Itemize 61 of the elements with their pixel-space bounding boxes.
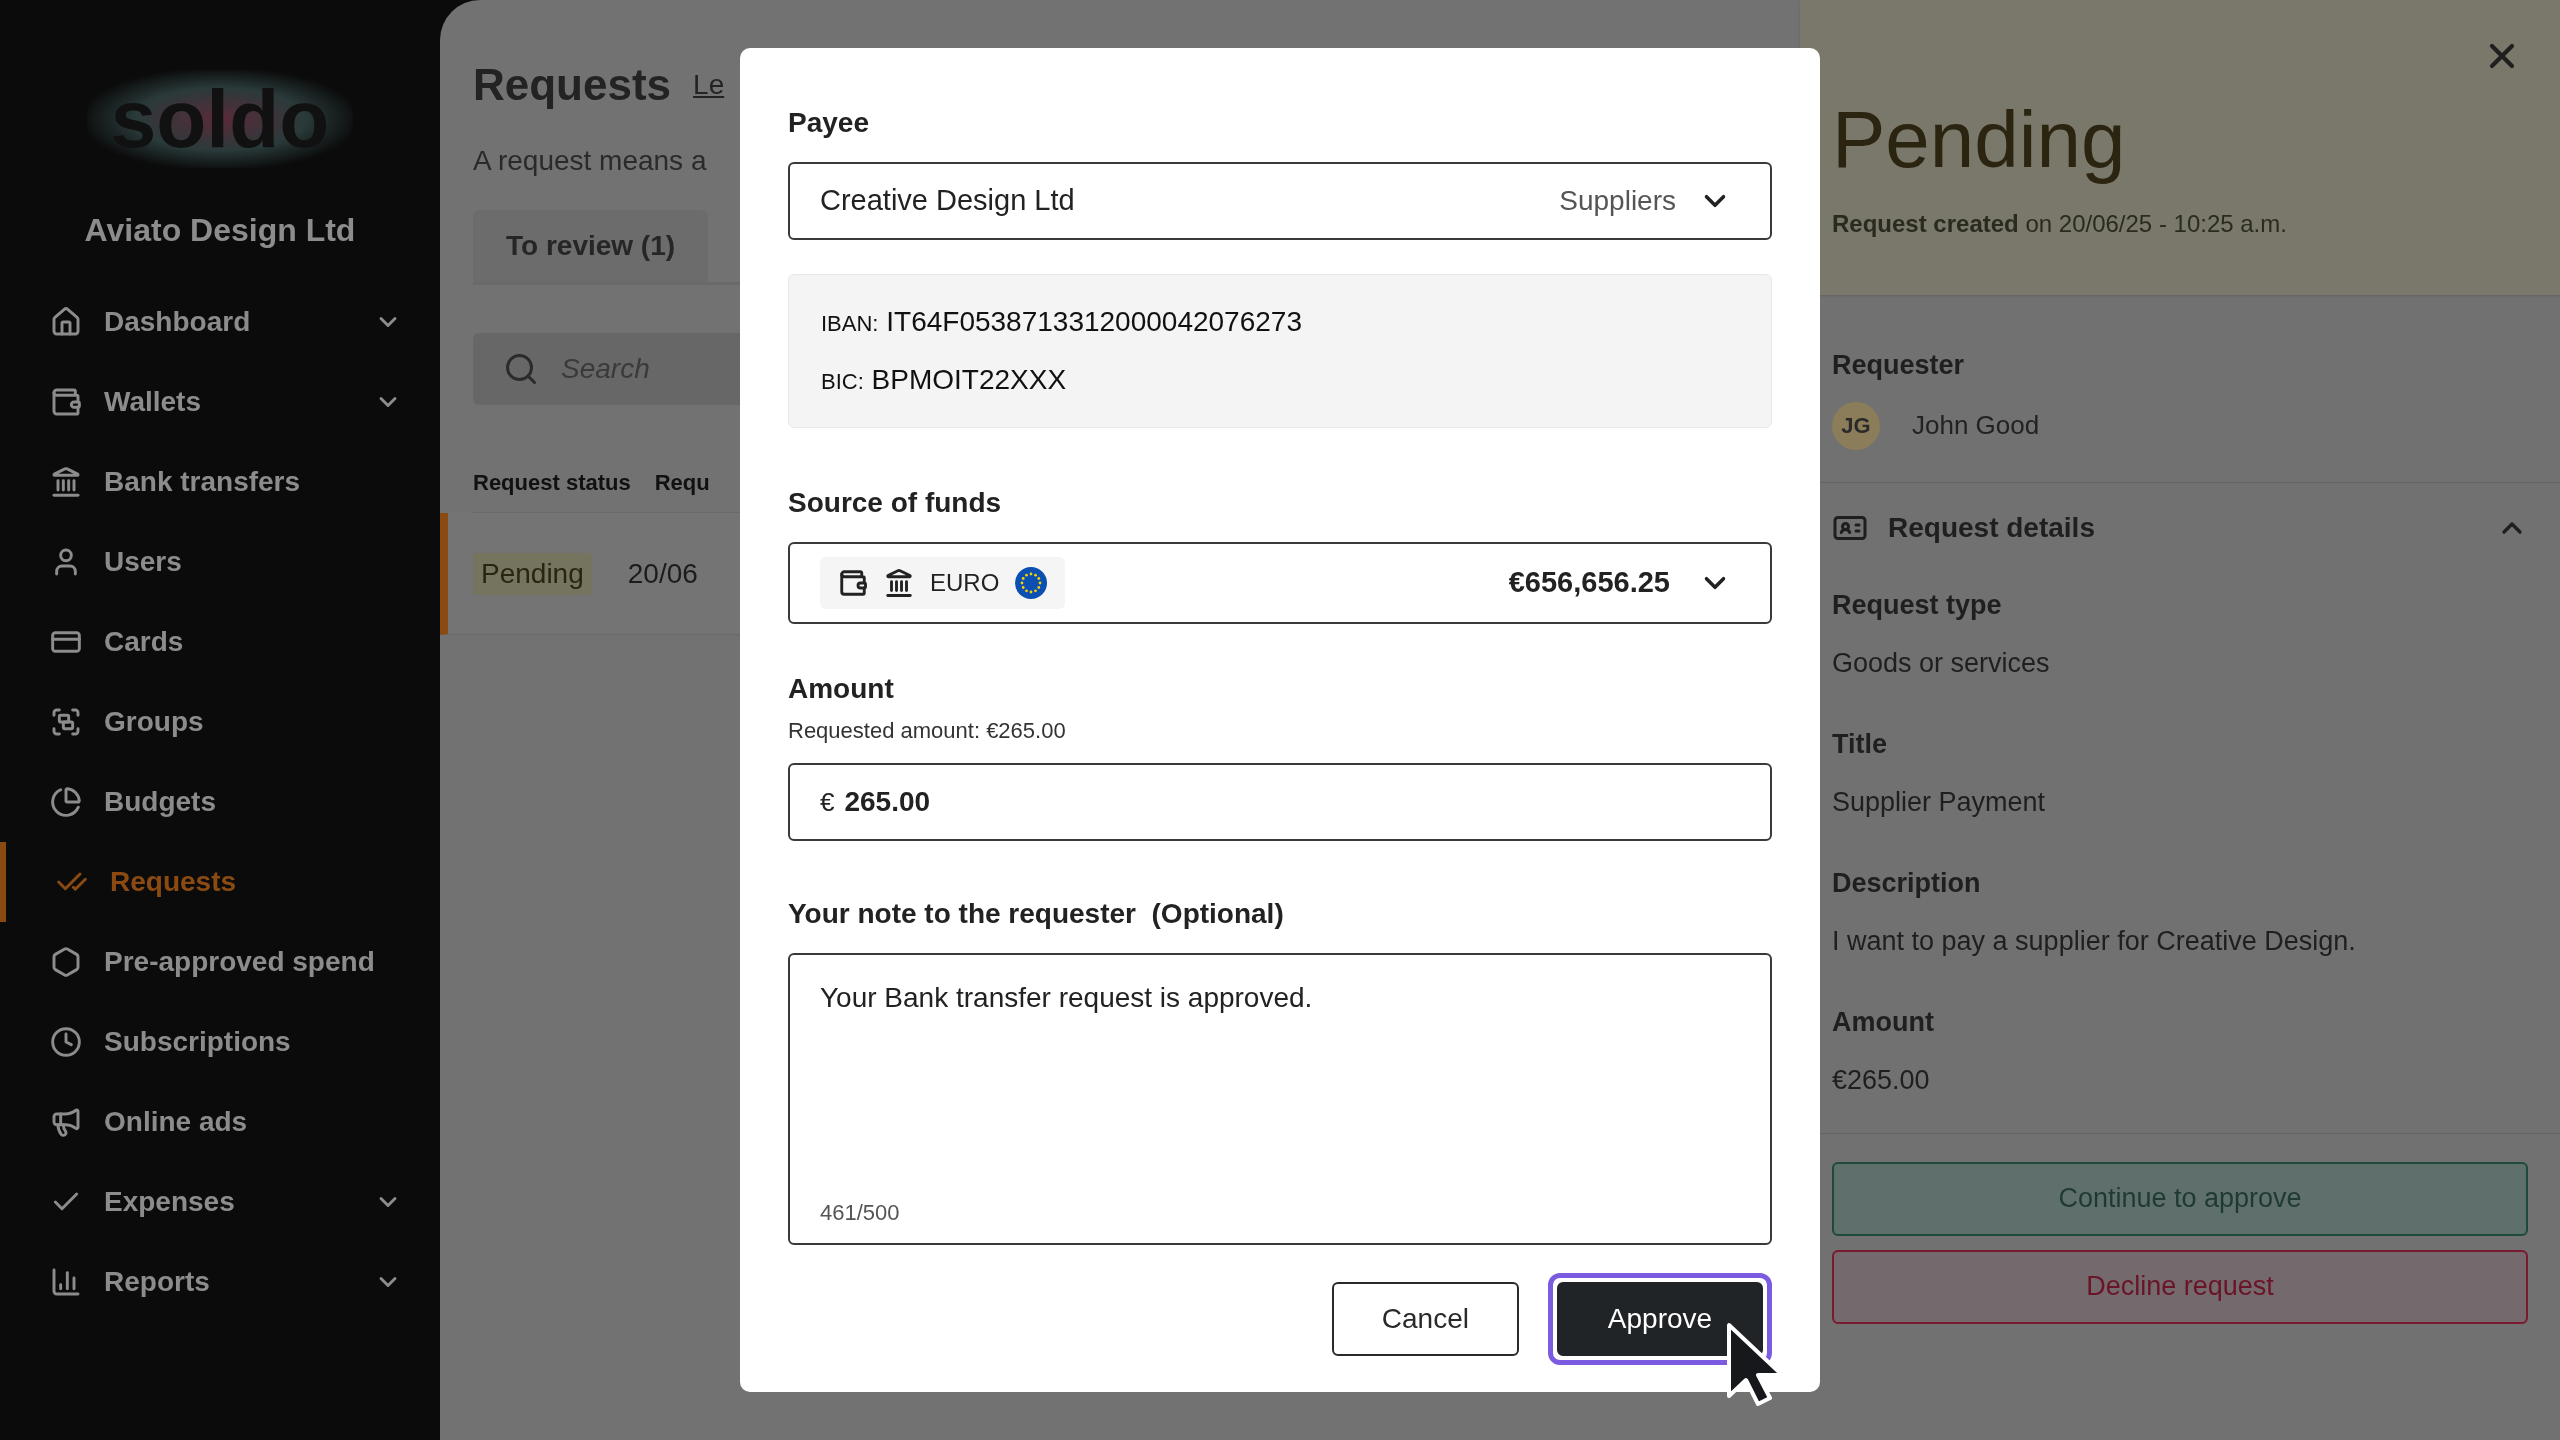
bank-detail: IBAN: IT64F0538713312000042076273 [821,305,1303,339]
sidebar-item[interactable]: Bank transfers [0,442,440,522]
field-value: €265.00 [1832,1064,1931,1097]
bank-detail: BIC: BPMOIT22XXX [821,363,1068,397]
sidebar-item[interactable]: Groups [0,682,440,762]
amount-hint: Requested amount: €265.00 [788,717,1067,745]
column-header: Request status [473,469,631,497]
sidebar-item[interactable]: Wallets [0,362,440,442]
sidebar-item[interactable]: Dashboard [0,282,440,362]
house-icon [50,306,82,338]
wallet-chip: EURO [820,557,1066,609]
company-name: Aviato Design Ltd [84,211,356,250]
bank-icon [884,568,914,598]
character-counter: 461/500 [820,1199,900,1227]
field-value: Supplier Payment [1832,786,2047,819]
sidebar-item[interactable]: Budgets [0,762,440,842]
column-header: Requ [654,469,710,497]
field-value: I want to pay a supplier for Creative Design. [1832,925,2357,958]
field-label: Request type [1832,588,2003,622]
wallet-icon [50,386,82,418]
sidebar-item[interactable]: Users [0,522,440,602]
page-title: Requests [473,59,672,111]
flag-icon [1015,567,1048,599]
field-label: Title [1832,727,1888,761]
page-description: A request means a [473,144,707,178]
sidebar-item[interactable]: Online ads [0,1082,440,1162]
learn-link[interactable]: Le [693,64,725,106]
requester-name: John Good [1912,409,2040,442]
field-label: Payee [788,106,870,140]
field-value: Goods or services [1832,647,2051,680]
sidebar-item[interactable]: Expenses [0,1162,440,1242]
field-label: Amount [1832,1005,1935,1039]
group-icon [50,706,82,738]
wallet-icon [838,568,868,598]
megaphone-icon [50,1106,82,1138]
sidebar-item[interactable]: Cards [0,602,440,682]
payee-select[interactable]: Creative Design Ltd Suppliers [788,162,1772,240]
field-label: Your note to the requester (Optional) [788,897,1285,931]
approve-button[interactable]: Approve [1548,1273,1772,1365]
sidebar-item[interactable]: Pre-approved spend [0,922,440,1002]
search-icon [503,351,539,387]
bar-chart-icon [50,1266,82,1298]
note-textarea[interactable]: Your Bank transfer request is approved. 461/500 [788,953,1772,1245]
pie-chart-icon [50,786,82,818]
sidebar-item[interactable]: Reports [0,1242,440,1322]
created-date: Request created on 20/06/25 - 10:25 a.m. [1832,209,2288,239]
clock-icon [50,1026,82,1058]
amount-input[interactable]: € 265.00 [788,763,1772,841]
status-badge: Pending [473,552,592,595]
balance: €656,656.25 [1508,565,1670,601]
bank-icon [50,466,82,498]
sidebar-item[interactable]: Subscriptions [0,1002,440,1082]
section-header[interactable]: Request details [1800,482,2560,573]
avatar: JG [1832,401,1880,450]
table-cell-text: 20/06 [627,556,698,591]
hexagon-icon [50,946,82,978]
field-label: Amount [788,672,895,706]
source-select[interactable]: EURO €656,656.25 [788,542,1772,624]
field-label: Description [1832,866,1982,900]
field-label: Source of funds [788,486,1003,520]
section-label: Requester [1832,349,1966,382]
